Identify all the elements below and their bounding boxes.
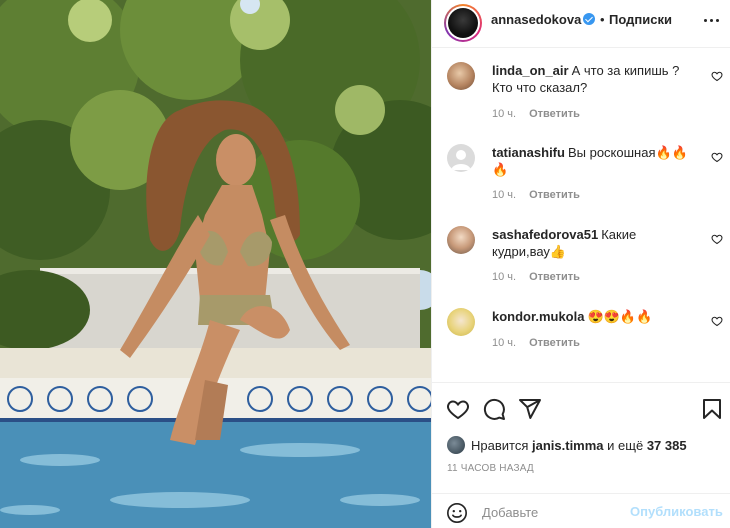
comment-like-heart-icon[interactable] — [711, 151, 723, 163]
commenter-avatar[interactable] — [447, 226, 475, 254]
comment-text: sashafedorova51 Какие кудри,вау👍 — [492, 226, 697, 260]
comment-meta: 10 ч. Ответить — [492, 108, 580, 120]
post-side-panel: annasedokova • Подписки linda_on_air А чт… — [431, 0, 730, 528]
heart-icon[interactable] — [446, 397, 470, 421]
comment-icon[interactable] — [482, 397, 506, 421]
smiley-icon[interactable] — [446, 502, 468, 524]
reply-button[interactable]: Ответить — [529, 189, 580, 201]
comment-like-heart-icon[interactable] — [711, 233, 723, 245]
author-avatar[interactable] — [444, 4, 482, 42]
commenter-avatar[interactable] — [447, 144, 475, 172]
author-username[interactable]: annasedokova — [491, 12, 581, 27]
commenter-username[interactable]: linda_on_air — [492, 63, 569, 78]
post-actions: Нравится janis.timma и ещё 37 385 11 ЧАС… — [432, 382, 730, 528]
verified-badge-icon — [583, 13, 595, 25]
reply-button[interactable]: Ответить — [529, 108, 580, 120]
commenter-avatar[interactable] — [447, 62, 475, 90]
reply-button[interactable]: Ответить — [529, 337, 580, 349]
comment-meta: 10 ч. Ответить — [492, 337, 580, 349]
default-avatar-icon — [451, 150, 471, 170]
following-button[interactable]: Подписки — [609, 12, 672, 27]
post-timestamp[interactable]: 11 ЧАСОВ НАЗАД — [447, 463, 534, 474]
commenter-avatar[interactable] — [447, 372, 475, 382]
comment-input[interactable] — [482, 503, 622, 521]
header-separator: • — [600, 12, 605, 27]
comment-time: 10 ч. — [492, 337, 517, 349]
commenter-username[interactable]: kondor.mukola — [492, 309, 584, 324]
post-photo[interactable] — [0, 0, 431, 528]
commenter-username[interactable]: tatianashifu — [492, 145, 565, 160]
commenter-username[interactable]: sashafedorova51 — [492, 227, 598, 242]
comments-list: linda_on_air А что за кипишь ? Кто что ск… — [432, 48, 730, 382]
post-photo-illustration — [0, 0, 431, 528]
likes-prefix: Нравится — [471, 437, 529, 453]
comment-text: kondor.mukola 😍😍🔥🔥 — [492, 308, 697, 325]
send-icon[interactable] — [518, 397, 542, 421]
likes-summary: Нравится janis.timma и ещё 37 385 — [447, 435, 687, 455]
liker-username[interactable]: janis.timma — [532, 438, 604, 453]
comment-meta: 10 ч. Ответить — [492, 189, 580, 201]
reply-button[interactable]: Ответить — [529, 271, 580, 283]
comment-text: linda_on_air А что за кипишь ? Кто что ск… — [492, 62, 697, 96]
publish-button[interactable]: Опубликовать — [630, 504, 723, 519]
comment-time: 10 ч. — [492, 271, 517, 283]
post-header: annasedokova • Подписки — [432, 0, 730, 48]
more-options-icon[interactable] — [702, 10, 722, 30]
comment-like-heart-icon[interactable] — [711, 315, 723, 327]
likes-count[interactable]: 37 385 — [647, 438, 687, 453]
liker-avatar[interactable] — [447, 436, 465, 454]
comment-time: 10 ч. — [492, 108, 517, 120]
comment-like-heart-icon[interactable] — [711, 70, 723, 82]
comment-body: 😍😍🔥🔥 — [587, 309, 653, 324]
comment-text: tatianashifu Вы роскошная🔥🔥🔥 — [492, 144, 697, 178]
bookmark-icon[interactable] — [700, 397, 724, 421]
add-comment-bar: Опубликовать — [432, 493, 730, 528]
comment-time: 10 ч. — [492, 189, 517, 201]
likes-middle: и ещё — [607, 437, 644, 453]
commenter-avatar[interactable] — [447, 308, 475, 336]
comment-meta: 10 ч. Ответить — [492, 271, 580, 283]
